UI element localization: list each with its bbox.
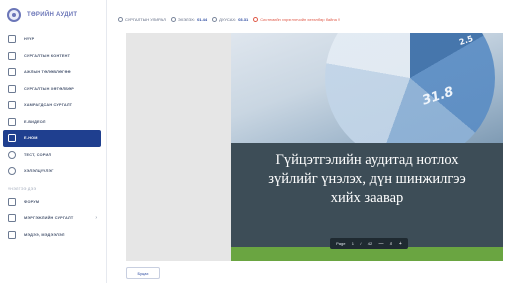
book-icon	[8, 51, 16, 60]
cover-footer-bar	[231, 247, 503, 261]
sidebar: ТӨРИЙН АУДИТ НҮҮР СУРГАЛТЫН КОНТЕНТ АЖЛЫ…	[0, 0, 107, 283]
sidebar-item-training-content[interactable]: СУРГАЛТЫН КОНТЕНТ	[0, 48, 107, 65]
emblem-icon	[7, 8, 21, 22]
warning-text: Системийн хэрэглэгчийн хөтөлбөр байна !!	[260, 16, 341, 22]
document-icon	[8, 84, 16, 93]
training-period-bar: СУРГАЛТЫН УЛИРАЛ ЭХЭЛЭХ: 01.44 ДУУСАХ: 0…	[118, 14, 345, 24]
page-label: Page	[336, 241, 346, 246]
start-label: ЭХЭЛЭХ:	[177, 16, 196, 22]
page-total: 42	[367, 241, 373, 246]
book-title-line: Гүйцэтгэлийн аудитад нотлох	[275, 152, 459, 168]
zoom-out-button[interactable]: —	[378, 241, 383, 247]
sidebar-item-label: ХАМРАГДСАН СУРГАЛТ	[24, 103, 73, 108]
clock-icon	[8, 150, 16, 159]
page-controls: Page 1 / 42 — ⌕ +	[330, 238, 408, 249]
sidebar-item-professional-training[interactable]: МЭРГЭЖЛИЙН СУРГАЛТ ›	[0, 210, 107, 227]
ebook-icon	[8, 134, 16, 143]
sidebar-item-completed-training[interactable]: ХАМРАГДСАН СУРГАЛТ	[0, 97, 107, 114]
chevron-right-icon: ›	[95, 215, 97, 222]
book-title-line: хийх заавар	[330, 190, 404, 206]
home-icon	[8, 35, 16, 44]
ebook-viewer[interactable]: 31.8 2.5 Гүйцэтгэлийн аудитад нотлох зүй…	[231, 33, 503, 261]
news-icon	[8, 230, 16, 239]
training-icon	[8, 214, 16, 223]
sidebar-item-label: МЭРГЭЖЛИЙН СУРГАЛТ	[24, 216, 74, 221]
calendar-icon	[118, 16, 123, 22]
back-button[interactable]: Буцах	[126, 267, 160, 279]
sidebar-section-label: ҮНЭЛГЭЭ ДЭЭ	[8, 186, 37, 191]
clock-icon	[170, 16, 176, 22]
sidebar-item-label: СУРГАЛТЫН КОНТЕНТ	[24, 53, 71, 58]
page-separator: /	[360, 241, 362, 246]
period-title: СУРГАЛТЫН УЛИРАЛ	[125, 16, 166, 22]
sidebar-item-work-plan[interactable]: АЖЛЫН ТӨЛӨВЛӨГӨӨ	[0, 64, 107, 81]
book-title-line: зүйлийг үнэлэх, дүн шинжилгээ	[268, 171, 466, 187]
clock-icon	[212, 16, 218, 22]
sidebar-item-label: Е-ВИДЕОЛ	[24, 119, 46, 124]
end-label: ДУУСАХ:	[219, 16, 237, 22]
sidebar-item-label: ХЭЛЭЛЦҮҮЛЭГ	[24, 169, 54, 174]
app-logo[interactable]: ТӨРИЙН АУДИТ	[7, 8, 77, 22]
sidebar-item-label: СУРГАЛТЫН ХӨТӨЛБӨР	[24, 86, 75, 91]
sidebar-item-label: МЭДЭЭ, МЭДЭЭЛЭЛ	[24, 232, 65, 237]
book-title: Гүйцэтгэлийн аудитад нотлох зүйлийг үнэл…	[231, 151, 503, 208]
sidebar-item-home[interactable]: НҮҮР	[0, 31, 107, 48]
sidebar-item-forum[interactable]: ФОРУМ	[0, 194, 107, 211]
page-current[interactable]: 1	[352, 241, 354, 246]
start-value: 01.44	[197, 16, 208, 22]
sidebar-item-label: АЖЛЫН ТӨЛӨВЛӨГӨӨ	[24, 70, 71, 75]
book-sidebar-panel	[126, 33, 231, 261]
pie-graphic	[325, 33, 495, 143]
warning-icon	[253, 16, 259, 22]
chat-icon	[8, 167, 16, 176]
sidebar-item-label: ФОРУМ	[24, 199, 40, 204]
sidebar-item-label: ТЕСТ, СОРИЛ	[24, 152, 52, 157]
sidebar-item-news[interactable]: МЭДЭЭ, МЭДЭЭЛЭЛ	[0, 227, 107, 244]
zoom-icon[interactable]: ⌕	[390, 241, 393, 247]
sidebar-nav: НҮҮР СУРГАЛТЫН КОНТЕНТ АЖЛЫН ТӨЛӨВЛӨГӨӨ …	[0, 31, 107, 243]
app-title: ТӨРИЙН АУДИТ	[27, 12, 78, 18]
sidebar-item-label: Е-НОМ	[24, 136, 38, 141]
sidebar-item-test[interactable]: ТЕСТ, СОРИЛ	[0, 147, 107, 164]
sidebar-item-discussion[interactable]: ХЭЛЭЛЦҮҮЛЭГ	[0, 163, 107, 180]
period-label: СУРГАЛТЫН УЛИРАЛ	[118, 16, 166, 22]
zoom-in-button[interactable]: +	[399, 241, 402, 247]
sidebar-item-training-program[interactable]: СУРГАЛТЫН ХӨТӨЛБӨР	[0, 81, 107, 98]
sidebar-item-e-video[interactable]: Е-ВИДЕОЛ	[0, 114, 107, 131]
end-value: 03.31	[238, 16, 249, 22]
cover-image: 31.8 2.5	[231, 33, 503, 143]
sidebar-item-label: НҮҮР	[24, 37, 35, 42]
end-date: ДУУСАХ: 03.31	[212, 16, 249, 22]
sidebar-item-e-book[interactable]: Е-НОМ	[3, 130, 101, 147]
calendar-icon	[8, 68, 16, 77]
forum-icon	[8, 197, 16, 206]
warning-message: Системийн хэрэглэгчийн хөтөлбөр байна !!	[253, 16, 341, 22]
start-date: ЭХЭЛЭХ: 01.44	[170, 16, 208, 22]
video-icon	[8, 117, 16, 126]
checklist-icon	[8, 101, 16, 110]
